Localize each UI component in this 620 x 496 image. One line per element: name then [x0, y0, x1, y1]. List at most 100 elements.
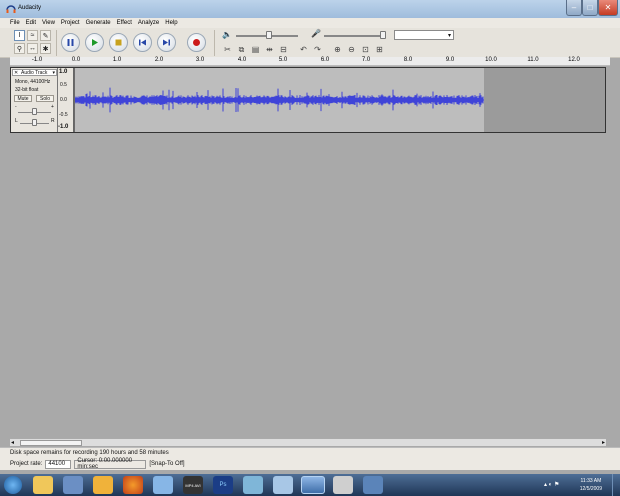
horizontal-scroll-thumb[interactable]: [20, 440, 82, 446]
scale-label: 1.0: [59, 69, 68, 75]
output-volume-thumb[interactable]: [266, 31, 272, 39]
gain-slider-thumb[interactable]: [32, 108, 37, 115]
menu-generate[interactable]: Generate: [86, 20, 111, 26]
menu-bar: File Edit View Project Generate Effect A…: [0, 18, 620, 28]
pen-tool-app-icon[interactable]: [333, 476, 353, 494]
empty-track-workspace[interactable]: [10, 134, 606, 438]
audio-clip[interactable]: [74, 68, 484, 132]
trim-icon[interactable]: ⇹: [264, 44, 275, 55]
explorer-icon[interactable]: [33, 476, 53, 494]
scroll-left-icon[interactable]: ◂: [11, 439, 14, 446]
toolbar-separator: [56, 30, 57, 56]
pan-left-label: L: [15, 118, 18, 124]
scroll-right-icon[interactable]: ▸: [602, 439, 605, 446]
ruler-tick-label: 6.0: [320, 57, 330, 63]
program-icon[interactable]: [243, 476, 263, 494]
scale-label: 0.0: [60, 97, 67, 103]
input-volume-slider[interactable]: [324, 35, 386, 37]
zoom-tool-icon[interactable]: ⚲: [14, 43, 25, 54]
toolbar-area: I ≈ ✎ ⚲ ↔ ✱ 🔈 🎤 ✂ ⧉ ▤ ⇹ ⊟ ↶ ↷ ⊕ ⊖ ⊡ ⊞: [0, 28, 620, 58]
track-close-button[interactable]: ✕: [14, 70, 18, 76]
itunes-icon[interactable]: [153, 476, 173, 494]
multi-tool-icon[interactable]: ✱: [40, 43, 51, 54]
mute-button[interactable]: Mute: [14, 95, 32, 102]
chevron-down-icon: ▾: [447, 33, 451, 39]
scale-label: -1.0: [58, 124, 69, 130]
show-desktop-button[interactable]: [612, 474, 620, 496]
track-format-info: Mono, 44100Hz: [15, 79, 51, 85]
menu-analyze[interactable]: Analyze: [138, 20, 159, 26]
project-rate-input[interactable]: 44100: [45, 459, 72, 469]
record-button[interactable]: [187, 33, 206, 52]
skip-to-end-button[interactable]: [157, 33, 176, 52]
project-rate-label: Project rate:: [10, 461, 43, 467]
stop-icon: [115, 39, 122, 46]
fit-project-icon[interactable]: ⊞: [374, 44, 385, 55]
play-button[interactable]: [85, 33, 104, 52]
solo-button[interactable]: Solo: [36, 95, 54, 102]
cut-icon[interactable]: ✂: [222, 44, 233, 55]
waveform-area[interactable]: [74, 68, 605, 132]
gain-plus-label: +: [51, 104, 54, 110]
scale-label: -0.5: [59, 112, 68, 118]
record-icon: [193, 39, 200, 46]
clock-time: 11:33 AM: [580, 478, 602, 484]
ruler-tick-label: 11.0: [527, 57, 539, 63]
microphone-icon: 🎤: [311, 29, 321, 38]
menu-view[interactable]: View: [42, 20, 55, 26]
zoom-in-icon[interactable]: ⊕: [332, 44, 343, 55]
media-player-icon[interactable]: [93, 476, 113, 494]
window-switcher-icon[interactable]: [273, 476, 293, 494]
menu-file[interactable]: File: [10, 20, 20, 26]
horizontal-scrollbar[interactable]: ◂ ▸: [10, 438, 606, 446]
fit-selection-icon[interactable]: ⊡: [360, 44, 371, 55]
paste-icon[interactable]: ▤: [250, 44, 261, 55]
network-icon[interactable]: [63, 476, 83, 494]
audacity-taskbar-icon[interactable]: [301, 476, 325, 494]
timeline-ruler[interactable]: -1.0 0.0 1.0 2.0 3.0 4.0 5.0 6.0 7.0 8.0…: [10, 57, 610, 66]
ruler-tick-label: 1.0: [112, 57, 122, 63]
undo-icon[interactable]: ↶: [298, 44, 309, 55]
track-name-bar[interactable]: ✕ Audio Track ▾: [12, 69, 57, 76]
ruler-tick-label: 9.0: [445, 57, 455, 63]
envelope-tool-icon[interactable]: ≈: [27, 30, 38, 41]
selection-tool-icon[interactable]: I: [14, 30, 25, 41]
window-title: Audacity: [18, 5, 42, 11]
track-name-dropdown[interactable]: Audio Track: [21, 70, 47, 76]
installer-icon[interactable]: [363, 476, 383, 494]
audacity-logo-icon: [6, 5, 16, 13]
close-window-button[interactable]: ✕: [598, 0, 618, 16]
waveform: [74, 87, 484, 113]
status-bar-disk: Disk space remains for recording 190 hou…: [0, 447, 620, 458]
copy-icon[interactable]: ⧉: [236, 44, 247, 55]
maximize-button[interactable]: □: [582, 0, 598, 16]
ruler-tick-label: -1.0: [31, 57, 43, 63]
amplitude-scale: 1.0 0.5 0.0 -0.5 -1.0: [58, 68, 74, 132]
input-volume-thumb[interactable]: [380, 31, 386, 39]
snap-status-text: [Snap-To Off]: [149, 461, 185, 467]
firefox-icon[interactable]: [123, 476, 143, 494]
zoom-out-icon[interactable]: ⊖: [346, 44, 357, 55]
mp4-avi-converter-icon[interactable]: MP4 AVI: [183, 476, 203, 494]
stop-button[interactable]: [109, 33, 128, 52]
menu-project[interactable]: Project: [61, 20, 80, 26]
taskbar-clock[interactable]: 11:33 AM 12/5/2009: [580, 477, 602, 493]
windows-taskbar: MP4 AVI Ps ▴ ◐ ⚑ 11:33 AM 12/5/2009: [0, 474, 620, 496]
minimize-button[interactable]: –: [566, 0, 582, 16]
skip-to-start-button[interactable]: [133, 33, 152, 52]
start-orb-icon[interactable]: [4, 476, 22, 494]
system-tray-icons[interactable]: ▴ ◐ ⚑: [544, 481, 559, 488]
photoshop-icon[interactable]: Ps: [213, 476, 233, 494]
menu-effect[interactable]: Effect: [117, 20, 132, 26]
silence-icon[interactable]: ⊟: [278, 44, 289, 55]
menu-edit[interactable]: Edit: [26, 20, 36, 26]
ruler-tick-label: 7.0: [361, 57, 371, 63]
redo-icon[interactable]: ↷: [312, 44, 323, 55]
pan-slider-thumb[interactable]: [32, 119, 37, 126]
meter-dropdown[interactable]: ▾: [394, 30, 454, 40]
pause-icon: [67, 39, 74, 46]
menu-help[interactable]: Help: [165, 20, 177, 26]
pause-button[interactable]: [61, 33, 80, 52]
time-shift-tool-icon[interactable]: ↔: [27, 43, 38, 54]
draw-tool-icon[interactable]: ✎: [40, 30, 51, 41]
